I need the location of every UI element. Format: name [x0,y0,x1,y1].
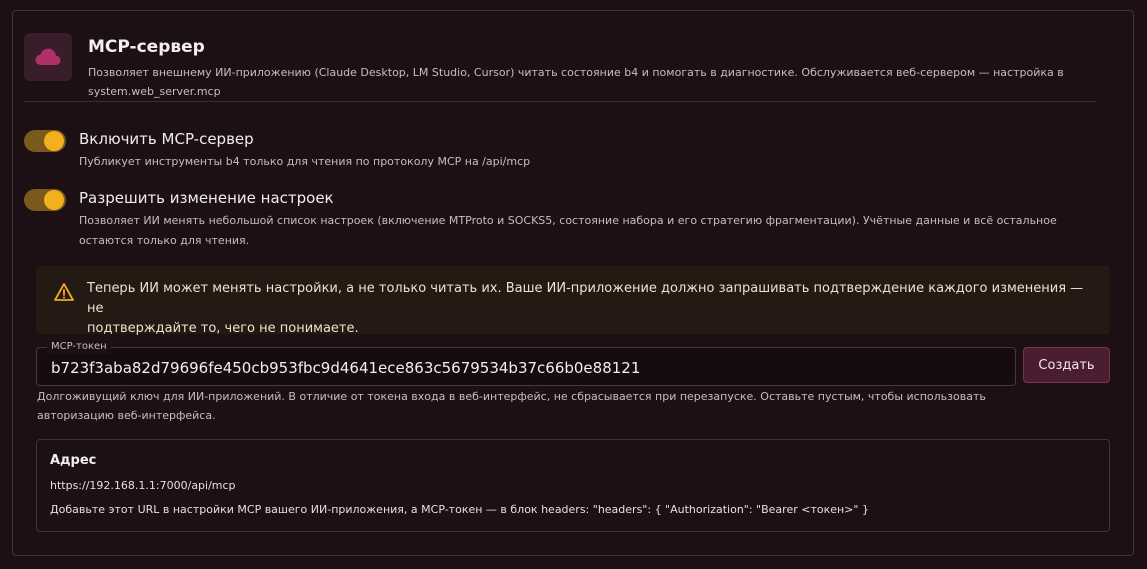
address-title: Адрес [50,453,97,468]
divider [24,101,1097,102]
alert-text: Теперь ИИ может менять настройки, а не т… [87,279,1087,339]
toggle-text: Разрешить изменение настроек Позволяет И… [79,187,1079,251]
enable-mcp-description: Публикует инструменты b4 только для чтен… [79,155,531,168]
toggle-text: Включить MCP-сервер Публикует инструмент… [79,128,1079,172]
token-label: MCP-токен [47,340,111,354]
token-help-text: Долгоживущий ключ для ИИ-приложений. В о… [37,387,1077,425]
allow-edit-label: Разрешить изменение настроек [79,189,334,207]
enable-mcp-label: Включить MCP-сервер [79,130,254,148]
allow-edit-description: Позволяет ИИ менять небольшой список нас… [79,211,1079,251]
allow-edit-description-line1: Позволяет ИИ менять небольшой список нас… [79,214,1057,227]
address-box: Адрес https://192.168.1.1:7000/api/mcp Д… [36,439,1110,532]
address-url[interactable]: https://192.168.1.1:7000/api/mcp [50,477,236,495]
token-input[interactable]: b723f3aba82d79696fe450cb953fbc9d4641ece8… [51,358,1001,378]
mcp-icon-box [24,33,72,81]
allow-edit-description-line2: остаются только для чтения. [79,234,250,247]
enable-mcp-switch[interactable] [24,130,66,152]
address-help: Добавьте этот URL в настройки MCP вашего… [50,503,869,516]
header-description: Позволяет внешнему ИИ-приложению (Claude… [88,63,1088,101]
alert-line1: Теперь ИИ может менять настройки, а не т… [87,281,1084,316]
allow-edit-switch[interactable] [24,189,66,211]
header-description-line1: Позволяет внешнему ИИ-приложению (Claude… [88,66,1064,79]
switch-thumb [44,190,64,210]
token-help-line1: Долгоживущий ключ для ИИ-приложений. В о… [37,390,986,403]
header-description-line2: system.web_server.mcp [88,85,221,98]
mcp-token-field[interactable]: MCP-токен b723f3aba82d79696fe450cb953fbc… [36,340,1016,386]
warning-alert: Теперь ИИ может менять настройки, а не т… [36,266,1110,336]
warning-triangle-icon [54,283,74,301]
header-text: MCP-сервер Позволяет внешнему ИИ-приложе… [88,33,1088,101]
token-help-line2: авторизацию веб-интерфейса. [37,409,216,422]
switch-thumb [44,131,64,151]
create-token-button[interactable]: Создать [1023,347,1110,383]
alert-line2: подтверждайте то, чего не понимаете. [87,321,359,336]
page-title: MCP-сервер [88,37,205,57]
cloud-icon [35,48,61,65]
